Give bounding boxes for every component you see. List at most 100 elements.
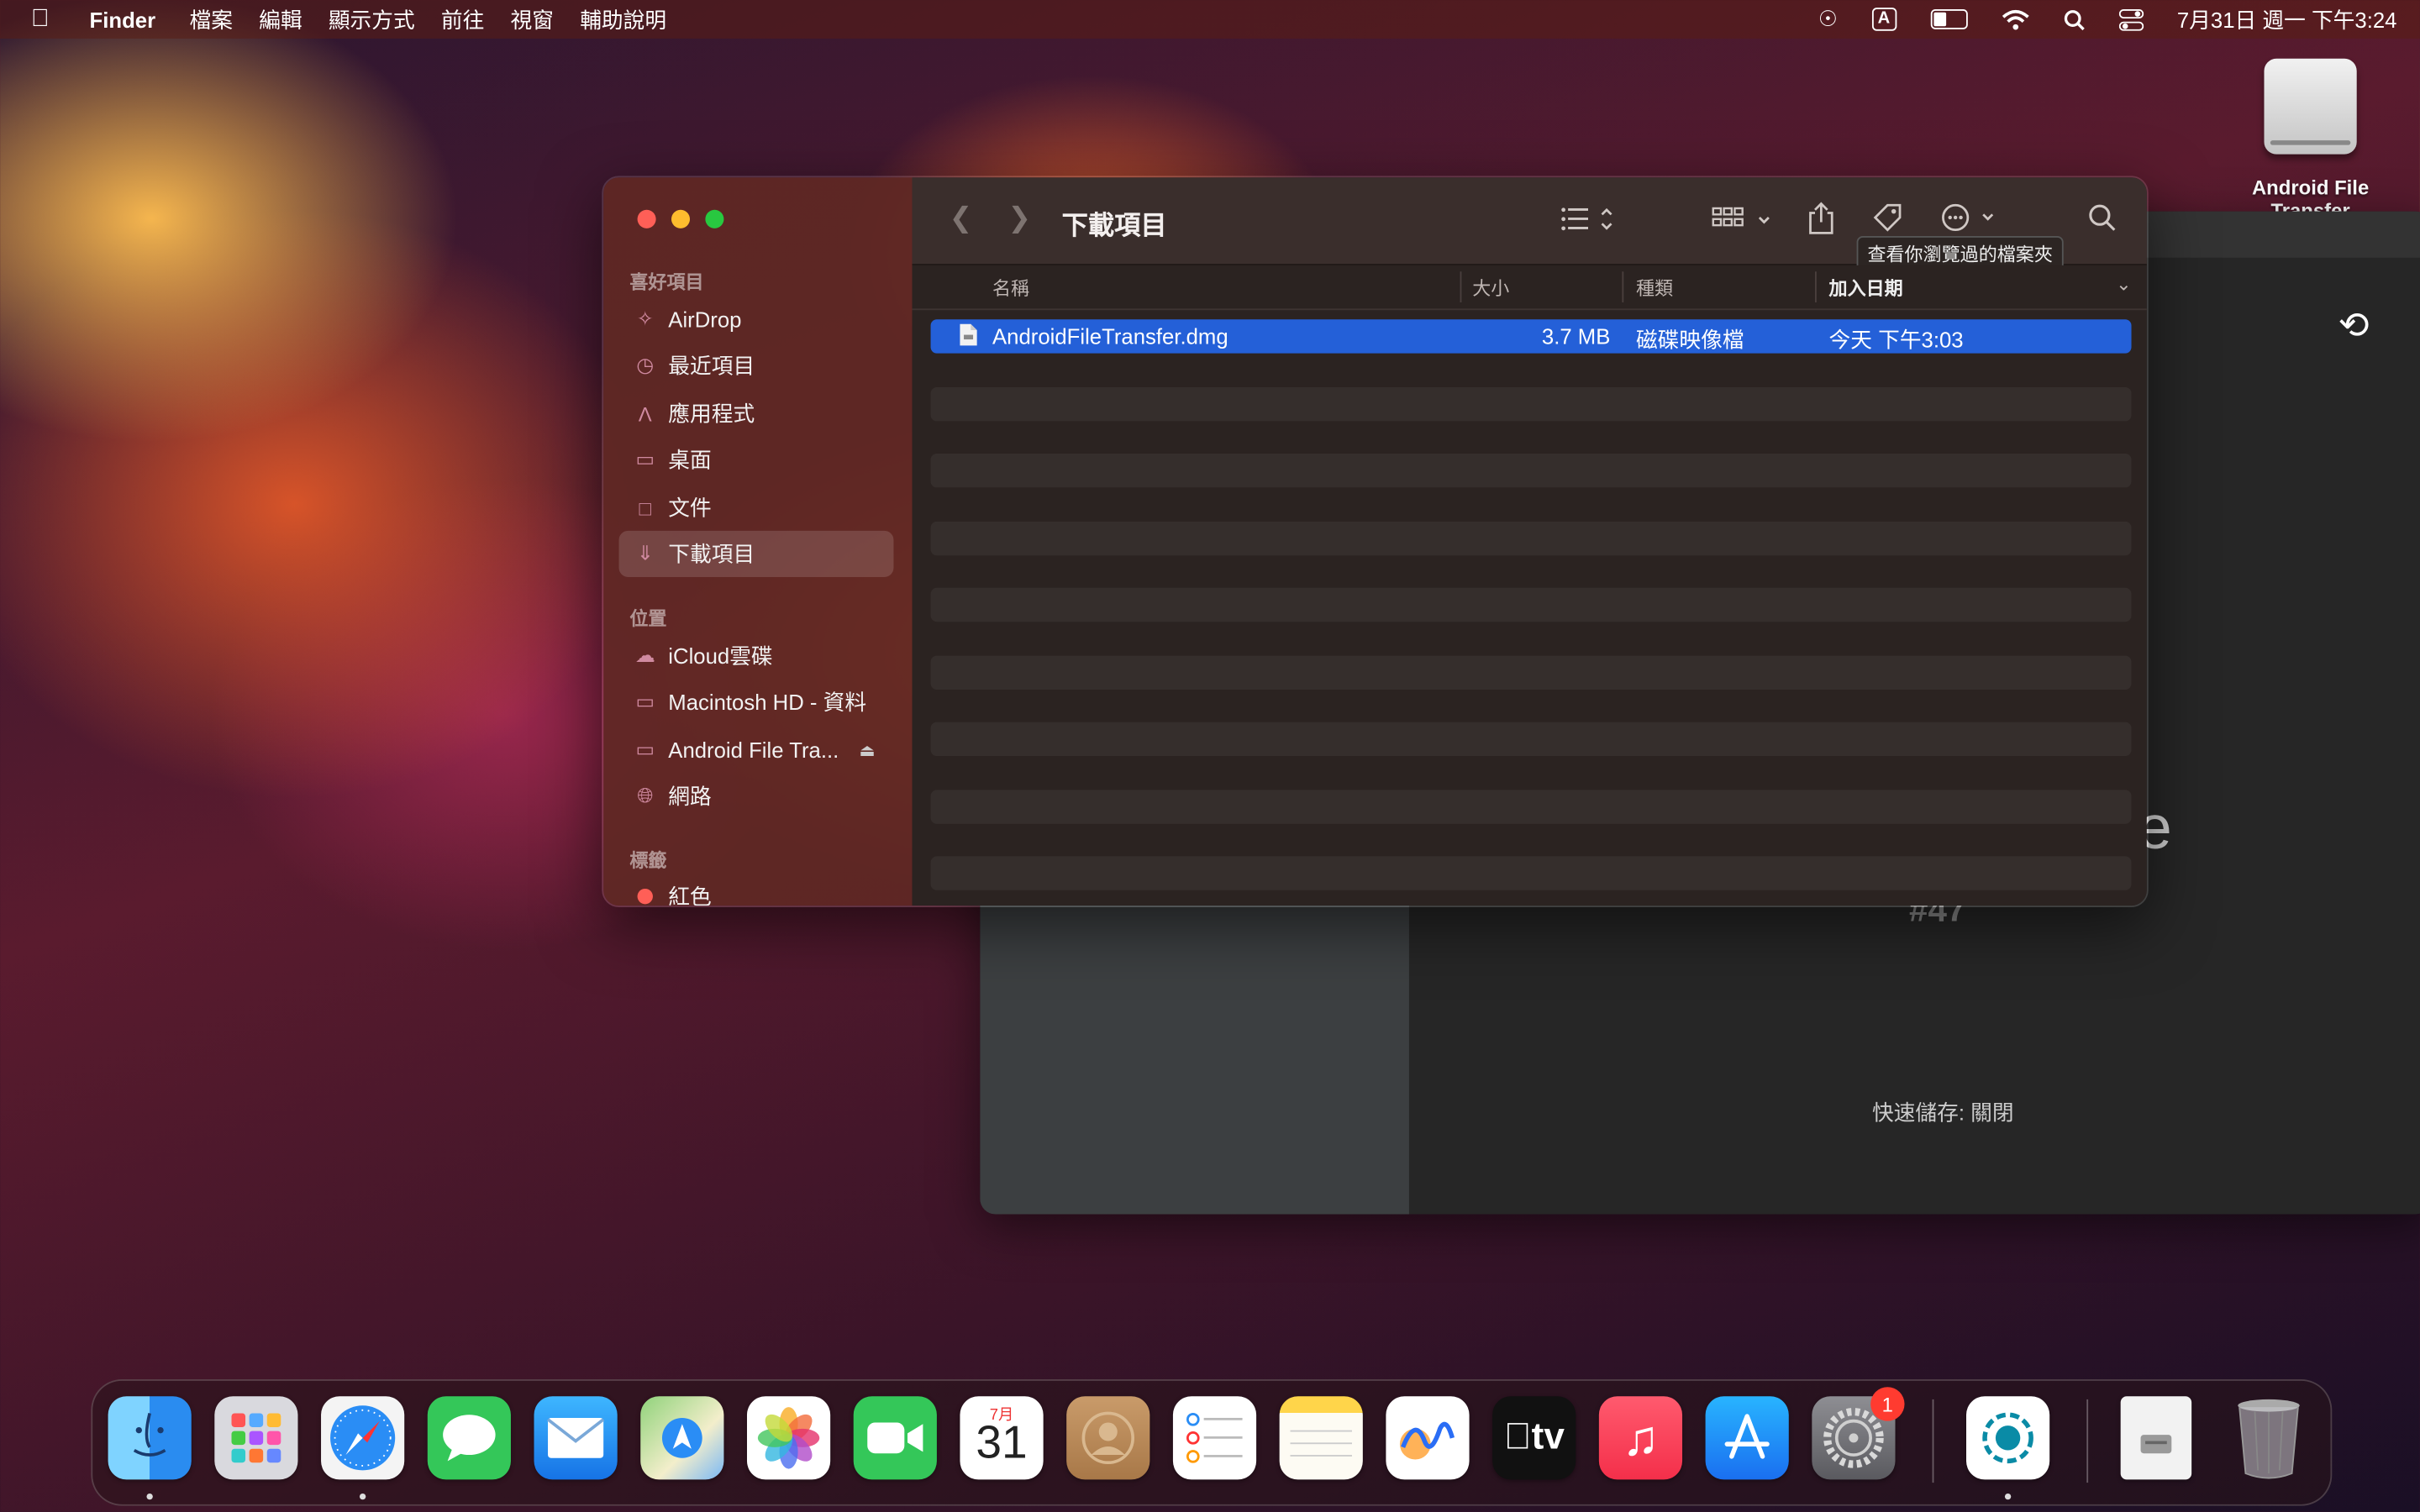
column-header: 名稱 大小 種類 加入日期 ⌄ xyxy=(912,265,2147,311)
dock-contacts[interactable] xyxy=(1066,1396,1150,1480)
empty-row xyxy=(930,587,2132,622)
sidebar-item-android-file-transfer[interactable]: ▭ Android File Tra... ⏏ xyxy=(619,727,894,773)
dock-maps[interactable] xyxy=(640,1396,724,1480)
dock-calendar[interactable]: 7月 31 xyxy=(960,1396,1044,1480)
file-list: AndroidFileTransfer.dmg 3.7 MB 磁碟映像檔 今天 … xyxy=(930,319,2132,906)
group-by-icon[interactable] xyxy=(1712,205,1773,240)
empty-row xyxy=(930,856,2132,890)
empty-row xyxy=(930,386,2132,421)
quick-save-status: 快速儲存: 關閉 xyxy=(1871,1100,2014,1125)
finder-window[interactable]: 喜好項目 ✧ AirDrop ◷ 最近項目 Λ 應用程式 ▭ 桌面 □ 文件 ⇓… xyxy=(602,176,2149,907)
zoom-button[interactable] xyxy=(705,209,724,228)
sidebar-item-label: 下載項目 xyxy=(668,541,755,567)
menu-window[interactable]: 視窗 xyxy=(511,4,554,35)
dock-finder[interactable] xyxy=(108,1396,192,1480)
dock-system-settings[interactable]: 1 xyxy=(1812,1387,1905,1480)
menu-clock[interactable]: 7月31日 週一 下午3:24 xyxy=(2177,4,2397,35)
document-icon: □ xyxy=(639,496,651,520)
apps-icon: Λ xyxy=(638,402,652,426)
menu-file[interactable]: 檔案 xyxy=(190,4,233,35)
download-icon: ⇓ xyxy=(636,541,654,565)
sidebar-item-downloads[interactable]: ⇓ 下載項目 xyxy=(618,530,894,577)
wifi-icon[interactable] xyxy=(2002,8,2029,30)
empty-row xyxy=(930,789,2132,823)
more-actions-icon[interactable] xyxy=(1942,203,2001,239)
column-kind[interactable]: 種類 xyxy=(1636,275,1673,301)
file-row[interactable]: AndroidFileTransfer.dmg 3.7 MB 磁碟映像檔 今天 … xyxy=(930,319,2132,354)
input-source-icon[interactable]: A xyxy=(1871,8,1897,31)
column-date-added[interactable]: 加入日期 xyxy=(1829,275,1903,301)
close-button[interactable] xyxy=(637,209,656,228)
menu-edit[interactable]: 編輯 xyxy=(259,4,302,35)
external-drive-icon xyxy=(2264,58,2357,155)
dock-mail[interactable] xyxy=(534,1396,618,1480)
sidebar-item-label: AirDrop xyxy=(668,307,742,332)
column-name[interactable]: 名稱 xyxy=(992,275,1029,301)
dock-notes[interactable] xyxy=(1279,1396,1363,1480)
control-center-icon[interactable] xyxy=(2118,8,2144,30)
menu-help[interactable]: 輔助說明 xyxy=(580,4,666,35)
finder-running-indicator xyxy=(146,1493,153,1500)
sidebar-item-applications[interactable]: Λ 應用程式 xyxy=(619,391,894,437)
dock-music[interactable]: ♫ xyxy=(1598,1396,1683,1480)
sidebar-item-tag-red[interactable]: 紅色 xyxy=(619,874,894,906)
apple-menu-icon[interactable]:  xyxy=(31,5,59,33)
tv-label: tv xyxy=(1504,1416,1565,1458)
menu-view[interactable]: 顯示方式 xyxy=(329,4,415,35)
sidebar-item-label: 網路 xyxy=(668,784,712,809)
finder-sidebar: 喜好項目 ✧ AirDrop ◷ 最近項目 Λ 應用程式 ▭ 桌面 □ 文件 ⇓… xyxy=(603,177,913,906)
dock-app-store[interactable] xyxy=(1705,1396,1789,1480)
search-icon[interactable] xyxy=(2088,203,2116,239)
dock-freeform[interactable] xyxy=(1386,1396,1470,1480)
menu-app-name[interactable]: Finder xyxy=(90,7,156,31)
dock-screenshot[interactable] xyxy=(1966,1396,2050,1480)
sidebar-item-icloud[interactable]: ☁ iCloud雲碟 xyxy=(619,633,894,679)
eject-icon[interactable]: ⏏ xyxy=(859,740,875,760)
battery-icon[interactable] xyxy=(1930,9,1968,29)
desktop-drive[interactable]: Android File Transfer xyxy=(2252,58,2369,222)
list-view-icon[interactable] xyxy=(1560,205,1612,240)
history-icon[interactable]: ⟲ xyxy=(2338,304,2370,349)
favorites-header: 喜好項目 xyxy=(629,271,704,293)
dock-document[interactable] xyxy=(2120,1396,2192,1480)
minimize-button[interactable] xyxy=(671,209,691,228)
envelope-icon xyxy=(546,1417,605,1458)
dock-messages[interactable] xyxy=(427,1396,511,1480)
tag-icon[interactable] xyxy=(1872,202,1903,241)
dock-safari[interactable] xyxy=(321,1396,405,1480)
screen-record-icon[interactable]: ☉ xyxy=(1818,6,1838,32)
sidebar-item-label: Android File Tra... xyxy=(668,737,839,763)
sidebar-item-desktop[interactable]: ▭ 桌面 xyxy=(619,437,894,483)
spotlight-search-icon[interactable] xyxy=(2063,8,2085,30)
disk-icon: ▭ xyxy=(635,690,655,713)
checklist-icon xyxy=(1186,1412,1243,1463)
sidebar-item-airdrop[interactable]: ✧ AirDrop xyxy=(619,297,894,343)
forward-chevron-icon[interactable]: ❯ xyxy=(1007,202,1031,235)
document-file-icon xyxy=(2140,1435,2172,1454)
sort-chevron-icon[interactable]: ⌄ xyxy=(2116,273,2131,295)
sidebar-item-macintosh-hd[interactable]: ▭ Macintosh HD - 資料 xyxy=(619,679,894,725)
notes-lines-icon xyxy=(1290,1430,1352,1457)
dock-tv[interactable]: tv xyxy=(1492,1396,1576,1480)
dock-divider xyxy=(1932,1399,1934,1483)
back-chevron-icon[interactable]: ❮ xyxy=(950,202,973,235)
sidebar-item-documents[interactable]: □ 文件 xyxy=(619,485,894,531)
dock-reminders[interactable] xyxy=(1172,1396,1257,1480)
dock-photos[interactable] xyxy=(746,1396,831,1480)
dock-trash[interactable] xyxy=(2227,1396,2310,1479)
share-icon[interactable] xyxy=(1807,201,1835,243)
app-store-a-icon xyxy=(1724,1414,1770,1459)
sidebar-item-network[interactable]: 🌐︎ 網路 xyxy=(619,773,894,819)
dock-divider xyxy=(2086,1399,2089,1483)
file-kind: 磁碟映像檔 xyxy=(1635,327,1744,352)
menu-go[interactable]: 前往 xyxy=(441,4,484,35)
dock-facetime[interactable] xyxy=(853,1396,937,1480)
column-size[interactable]: 大小 xyxy=(1472,275,1509,301)
launchpad-grid-icon xyxy=(231,1413,281,1463)
file-size: 3.7 MB xyxy=(1541,323,1611,349)
dock-launchpad[interactable] xyxy=(214,1396,298,1480)
compass-icon xyxy=(330,1405,396,1471)
sidebar-item-label: 文件 xyxy=(668,495,712,520)
sidebar-item-recents[interactable]: ◷ 最近項目 xyxy=(619,343,894,389)
person-icon xyxy=(1081,1411,1134,1465)
